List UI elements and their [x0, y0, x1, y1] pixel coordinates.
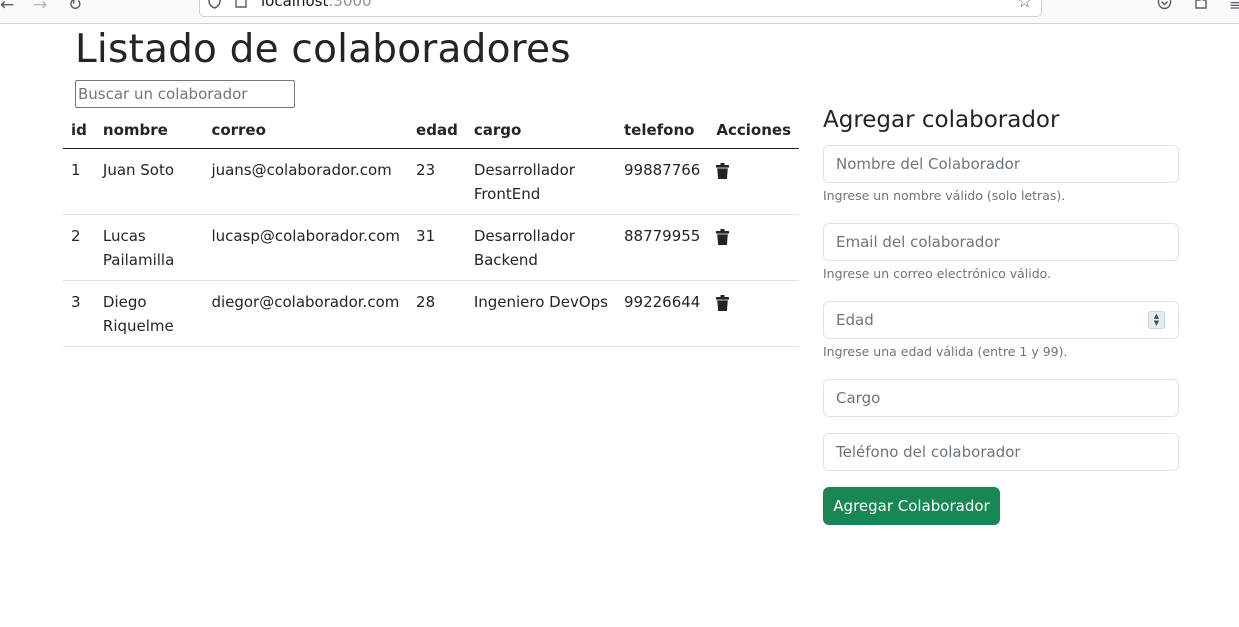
- cell-telefono: 88779955: [616, 214, 709, 281]
- cell-telefono: 99226644: [616, 280, 709, 347]
- forward-icon[interactable]: →: [33, 0, 47, 15]
- trash-icon[interactable]: [716, 228, 730, 252]
- cell-id: 1: [63, 148, 95, 215]
- cell-edad: 23: [408, 148, 466, 215]
- cell-edad: 28: [408, 280, 466, 347]
- cell-nombre: Lucas Pailamilla: [94, 214, 204, 281]
- edad-input[interactable]: [823, 301, 1179, 339]
- agregar-colaborador-button[interactable]: Agregar Colaborador: [823, 487, 1000, 525]
- shield-icon[interactable]: [207, 0, 222, 13]
- column-header-edad: edad: [408, 111, 466, 149]
- column-header-telefono: telefono: [616, 111, 709, 149]
- email-hint: Ingrese un correo electrónico válido.: [823, 266, 1052, 281]
- table-row: 3 Diego Riquelme diegor@colaborador.com …: [63, 280, 799, 347]
- cell-edad: 31: [408, 214, 466, 281]
- page-icon: [235, 0, 247, 12]
- cell-correo: lucasp@colaborador.com: [203, 214, 409, 281]
- table-row: 1 Juan Soto juans@colaborador.com 23 Des…: [63, 148, 799, 215]
- cell-acciones: [708, 148, 799, 215]
- menu-icon[interactable]: ≡: [1229, 0, 1239, 14]
- nombre-input[interactable]: [823, 145, 1179, 183]
- extensions-icon[interactable]: [1194, 0, 1208, 14]
- cell-acciones: [708, 214, 799, 281]
- cell-nombre: Juan Soto: [94, 148, 204, 215]
- cell-id: 2: [63, 214, 95, 281]
- cell-correo: diegor@colaborador.com: [203, 280, 409, 347]
- spin-buttons-icon[interactable]: ▲ ▼: [1148, 311, 1165, 329]
- cell-id: 3: [63, 280, 95, 347]
- cell-cargo: Ingeniero DevOps: [465, 280, 616, 347]
- cell-telefono: 99887766: [616, 148, 709, 215]
- cell-cargo: Desarrollador Backend: [465, 214, 616, 281]
- table-header-row: id nombre correo edad cargo telefono Acc…: [63, 111, 799, 149]
- cell-nombre: Diego Riquelme: [94, 280, 204, 347]
- column-header-acciones: Acciones: [708, 111, 799, 149]
- email-input[interactable]: [823, 223, 1179, 261]
- address-bar[interactable]: localhost:3000 ☆: [199, 0, 1042, 17]
- cell-acciones: [708, 280, 799, 347]
- collaborators-table: id nombre correo edad cargo telefono Acc…: [63, 111, 799, 347]
- column-header-cargo: cargo: [465, 111, 616, 149]
- form-title: Agregar colaborador: [823, 107, 1060, 133]
- back-icon[interactable]: ←: [0, 0, 14, 15]
- cell-correo: juans@colaborador.com: [203, 148, 409, 215]
- cargo-input[interactable]: [823, 379, 1179, 417]
- browser-toolbar: ← → ↻ localhost:3000 ☆ ≡: [0, 0, 1239, 24]
- column-header-correo: correo: [203, 111, 409, 149]
- pocket-icon[interactable]: [1157, 0, 1172, 14]
- reload-icon[interactable]: ↻: [68, 0, 82, 15]
- nombre-hint: Ingrese un nombre válido (solo letras).: [823, 188, 1066, 203]
- url-text[interactable]: localhost:3000: [261, 0, 372, 10]
- table-row: 2 Lucas Pailamilla lucasp@colaborador.co…: [63, 214, 799, 281]
- edad-hint: Ingrese una edad válida (entre 1 y 99).: [823, 344, 1068, 359]
- trash-icon[interactable]: [716, 162, 730, 186]
- trash-icon[interactable]: [716, 294, 730, 318]
- column-header-id: id: [63, 111, 95, 149]
- telefono-input[interactable]: [823, 433, 1179, 471]
- cell-cargo: Desarrollador FrontEnd: [465, 148, 616, 215]
- bookmark-star-icon[interactable]: ☆: [1017, 0, 1032, 12]
- search-input[interactable]: [75, 80, 295, 108]
- page-title: Listado de colaboradores: [75, 27, 571, 72]
- column-header-nombre: nombre: [94, 111, 204, 149]
